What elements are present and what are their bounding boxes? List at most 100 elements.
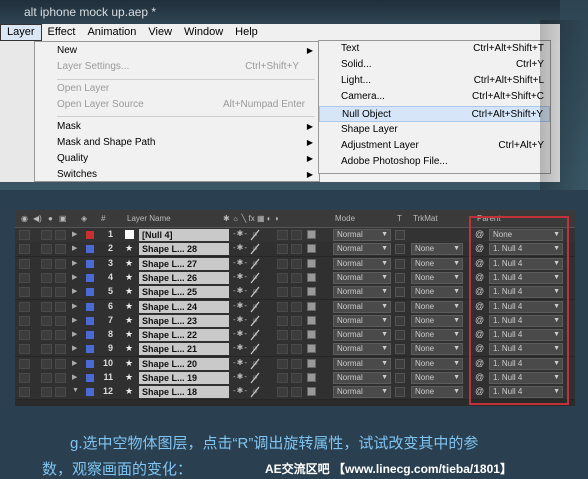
preserve-transparency-checkbox[interactable] <box>395 358 405 369</box>
label-color-swatch[interactable] <box>86 388 94 397</box>
layer-name[interactable]: Shape L... 26 <box>139 271 229 284</box>
label-color-swatch[interactable] <box>86 231 94 239</box>
solo-toggle[interactable] <box>41 301 52 312</box>
solo-toggle[interactable] <box>41 272 52 283</box>
visibility-toggle[interactable] <box>19 330 30 341</box>
expand-triangle-icon[interactable]: ▶ <box>72 373 77 381</box>
3d-layer-icon[interactable] <box>307 315 316 325</box>
trkmat-dropdown[interactable]: None ▼ <box>411 343 463 356</box>
3d-layer-icon[interactable] <box>307 358 316 368</box>
switch-box[interactable] <box>291 287 302 298</box>
submenu-item-camera[interactable]: Camera... Ctrl+Alt+Shift+C <box>319 89 550 105</box>
expand-triangle-icon[interactable]: ▶ <box>72 287 77 295</box>
switch-box[interactable] <box>277 373 288 383</box>
switch-box[interactable] <box>291 330 302 341</box>
layer-name[interactable]: Shape L... 28 <box>139 243 229 256</box>
submenu-item-light[interactable]: Light... Ctrl+Alt+Shift+L <box>319 73 550 89</box>
mode-dropdown[interactable]: Normal ▼ <box>333 257 391 270</box>
3d-layer-icon[interactable] <box>307 258 316 268</box>
trkmat-dropdown[interactable]: None ▼ <box>411 314 463 327</box>
3d-layer-icon[interactable] <box>307 301 316 311</box>
switch-box[interactable] <box>291 373 302 383</box>
layer-name[interactable]: Shape L... 21 <box>139 343 229 356</box>
layer-name[interactable]: Shape L... 19 <box>139 372 229 384</box>
quality-slash-icon[interactable] <box>249 385 261 399</box>
3d-layer-icon[interactable] <box>307 244 316 254</box>
layer-name[interactable]: Shape L... 27 <box>139 257 229 270</box>
preserve-transparency-checkbox[interactable] <box>395 315 405 326</box>
lock-toggle[interactable] <box>55 301 66 312</box>
layer-name[interactable]: Shape L... 20 <box>139 357 229 370</box>
3d-layer-icon[interactable] <box>307 373 316 382</box>
expand-triangle-icon[interactable]: ▶ <box>72 359 77 367</box>
trkmat-dropdown[interactable]: None ▼ <box>411 386 463 399</box>
visibility-toggle[interactable] <box>19 272 30 283</box>
expand-triangle-icon[interactable]: ▶ <box>72 259 77 267</box>
switch-box[interactable] <box>277 258 288 269</box>
quality-slash-icon[interactable] <box>249 357 261 371</box>
quality-slash-icon[interactable] <box>249 257 261 271</box>
quality-slash-icon[interactable] <box>249 314 261 328</box>
visibility-toggle[interactable] <box>19 358 30 369</box>
lock-toggle[interactable] <box>55 315 66 326</box>
quality-slash-icon[interactable] <box>249 371 261 385</box>
mode-dropdown[interactable]: Normal ▼ <box>333 243 391 256</box>
layer-name[interactable]: Shape L... 18 <box>139 386 229 399</box>
expand-triangle-icon[interactable]: ▶ <box>72 273 77 281</box>
trkmat-dropdown[interactable]: None ▼ <box>411 372 463 384</box>
label-color-swatch[interactable] <box>86 302 94 311</box>
mode-dropdown[interactable]: Normal ▼ <box>333 286 391 299</box>
lock-toggle[interactable] <box>55 330 66 341</box>
switch-box[interactable] <box>291 358 302 369</box>
visibility-toggle[interactable] <box>19 258 30 269</box>
menu-item-mask-and-shape-path[interactable]: Mask and Shape Path ▶ <box>35 135 319 151</box>
trkmat-dropdown[interactable]: None ▼ <box>411 329 463 342</box>
mode-dropdown[interactable]: Normal ▼ <box>333 357 391 370</box>
switch-box[interactable] <box>291 344 302 355</box>
switch-box[interactable] <box>291 258 302 269</box>
visibility-toggle[interactable] <box>19 387 30 398</box>
menu-item-layer-settings[interactable]: Layer Settings... Ctrl+Shift+Y <box>35 59 319 75</box>
solo-toggle[interactable] <box>41 244 52 255</box>
lock-toggle[interactable] <box>55 358 66 369</box>
preserve-transparency-checkbox[interactable] <box>395 387 405 398</box>
3d-layer-icon[interactable] <box>307 272 316 282</box>
visibility-toggle[interactable] <box>19 230 30 240</box>
label-color-swatch[interactable] <box>86 288 94 297</box>
quality-slash-icon[interactable] <box>249 228 261 242</box>
quality-slash-icon[interactable] <box>249 328 261 342</box>
switch-box[interactable] <box>291 301 302 312</box>
solo-icon[interactable]: ● <box>48 210 53 227</box>
lock-toggle[interactable] <box>55 244 66 255</box>
switch-box[interactable] <box>277 244 288 255</box>
quality-slash-icon[interactable] <box>249 271 261 285</box>
trkmat-dropdown[interactable]: None ▼ <box>411 286 463 299</box>
preserve-transparency-checkbox[interactable] <box>395 272 405 283</box>
lock-icon[interactable]: ▣ <box>59 210 67 227</box>
switch-box[interactable] <box>291 272 302 283</box>
layer-name[interactable]: Shape L... 25 <box>139 286 229 299</box>
switch-box[interactable] <box>277 344 288 355</box>
lock-toggle[interactable] <box>55 387 66 398</box>
submenu-item-adjustment-layer[interactable]: Adjustment Layer Ctrl+Alt+Y <box>319 138 550 154</box>
menu-item-open-layer-source[interactable]: Open Layer Source Alt+Numpad Enter <box>35 97 319 113</box>
solo-toggle[interactable] <box>41 315 52 326</box>
mode-dropdown[interactable]: Normal ▼ <box>333 314 391 327</box>
submenu-item-photoshop-file[interactable]: Adobe Photoshop File... <box>319 154 550 170</box>
solo-toggle[interactable] <box>41 358 52 369</box>
preserve-transparency-checkbox[interactable] <box>395 230 405 240</box>
menu-item-quality[interactable]: Quality ▶ <box>35 151 319 167</box>
expand-triangle-icon[interactable]: ▶ <box>72 244 77 252</box>
expand-triangle-icon[interactable]: ▶ <box>72 316 77 324</box>
switch-box[interactable] <box>291 387 302 398</box>
3d-layer-icon[interactable] <box>307 287 316 297</box>
mode-dropdown[interactable]: Normal ▼ <box>333 300 391 313</box>
mode-dropdown[interactable]: Normal ▼ <box>333 343 391 356</box>
switch-box[interactable] <box>277 315 288 326</box>
menu-animation[interactable]: Animation <box>81 24 142 41</box>
label-color-swatch[interactable] <box>86 374 94 382</box>
switch-box[interactable] <box>277 287 288 298</box>
3d-layer-icon[interactable] <box>307 230 316 239</box>
quality-slash-icon[interactable] <box>249 300 261 314</box>
visibility-toggle[interactable] <box>19 244 30 255</box>
